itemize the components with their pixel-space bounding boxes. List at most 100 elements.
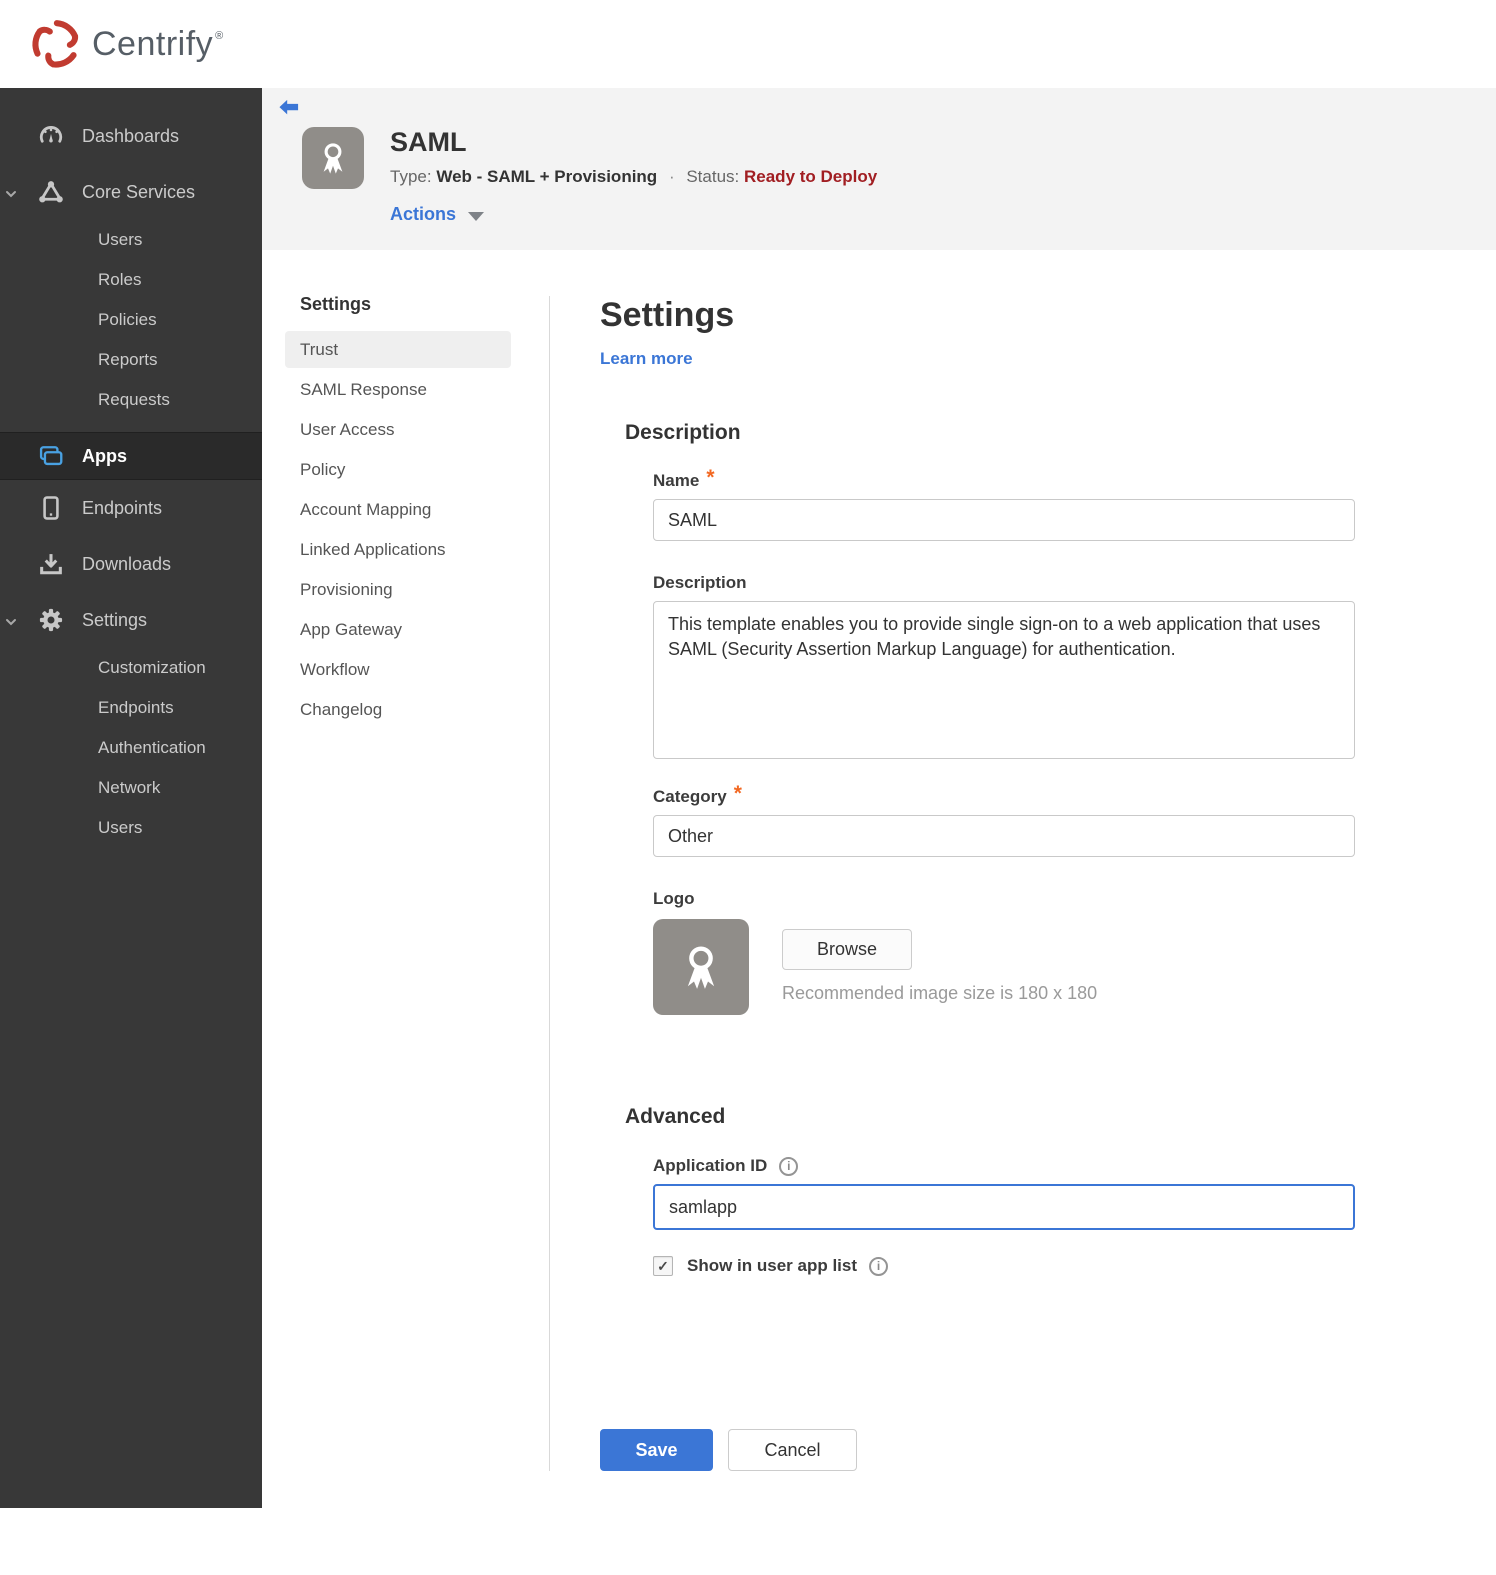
info-icon[interactable]: i	[869, 1256, 889, 1276]
subnav-item-app-gateway[interactable]: App Gateway	[285, 611, 511, 648]
app-title: SAML	[390, 127, 467, 157]
learn-more-link[interactable]: Learn more	[600, 349, 693, 369]
subnav-item-workflow[interactable]: Workflow	[285, 651, 511, 688]
logo-label-text: Logo	[653, 889, 695, 908]
sidebar-item-label: Reports	[98, 350, 158, 369]
description-field: Description This template enables you to…	[653, 573, 1496, 759]
subnav-item-account-mapping[interactable]: Account Mapping	[285, 491, 511, 528]
sidebar: Dashboards Core Services Users Roles Pol…	[0, 88, 262, 1508]
sidebar-item-endpoints[interactable]: Endpoints	[0, 480, 262, 536]
subnav-header: Settings	[300, 294, 372, 314]
subnav-item-linked-applications[interactable]: Linked Applications	[285, 531, 511, 568]
sidebar-item-users[interactable]: Users	[0, 220, 262, 260]
category-input[interactable]	[653, 815, 1355, 857]
sidebar-item-label: Roles	[98, 270, 142, 289]
description-textarea[interactable]: This template enables you to provide sin…	[653, 601, 1355, 759]
back-button[interactable]	[278, 98, 300, 118]
sidebar-item-policies[interactable]: Policies	[0, 300, 262, 340]
sidebar-item-settings[interactable]: Settings	[0, 592, 262, 648]
application-id-input[interactable]	[653, 1184, 1355, 1230]
settings-form: Settings Learn more Description Name * D…	[549, 296, 1496, 1471]
actions-label: Actions	[390, 204, 457, 224]
status-label: Status:	[686, 167, 740, 186]
sidebar-item-downloads[interactable]: Downloads	[0, 536, 262, 592]
browse-button[interactable]: Browse	[782, 929, 913, 970]
sidebar-item-label: Apps	[82, 445, 127, 466]
show-in-app-list-row: ✓ Show in user app list i	[653, 1256, 1496, 1276]
sidebar-item-label: Endpoints	[98, 698, 174, 717]
description-label-text: Description	[653, 573, 747, 592]
name-label-text: Name	[653, 471, 700, 490]
sidebar-item-label: Authentication	[98, 738, 206, 757]
cancel-button[interactable]: Cancel	[728, 1429, 857, 1471]
meta-separator: ·	[668, 167, 675, 186]
description-label: Description	[653, 573, 1496, 593]
sidebar-item-label: Requests	[98, 390, 170, 409]
sidebar-item-requests[interactable]: Requests	[0, 380, 262, 420]
centrify-swirl-icon	[32, 20, 79, 68]
sidebar-item-customization[interactable]: Customization	[0, 648, 262, 688]
sidebar-item-network[interactable]: Network	[0, 768, 262, 808]
sidebar-item-authentication[interactable]: Authentication	[0, 728, 262, 768]
app-meta: Type: Web - SAML + Provisioning · Status…	[390, 167, 877, 187]
info-icon[interactable]: i	[779, 1156, 799, 1176]
subnav-item-user-access[interactable]: User Access	[285, 411, 511, 448]
logo-field: Logo Browse Recommended image size is 18…	[653, 889, 1496, 1015]
subnav-item-changelog[interactable]: Changelog	[285, 691, 511, 728]
category-label-text: Category	[653, 787, 727, 806]
back-arrow-icon	[279, 99, 299, 115]
required-asterisk: *	[733, 782, 742, 805]
main-area: SAML Type: Web - SAML + Provisioning · S…	[262, 88, 1496, 1575]
sidebar-item-core-services[interactable]: Core Services	[0, 164, 262, 220]
caret-down-icon	[468, 211, 485, 221]
required-asterisk: *	[706, 466, 715, 489]
sidebar-item-label: Settings	[82, 609, 148, 630]
sidebar-item-label: Endpoints	[82, 497, 163, 518]
show-in-app-list-checkbox[interactable]: ✓	[653, 1256, 673, 1276]
actions-dropdown[interactable]: Actions	[390, 204, 877, 225]
centrify-logo: Centrify ®	[30, 18, 223, 70]
app-header: SAML Type: Web - SAML + Provisioning · S…	[262, 88, 1496, 250]
logo-preview	[653, 919, 749, 1015]
subnav-item-policy[interactable]: Policy	[285, 451, 511, 488]
sidebar-item-settings-endpoints[interactable]: Endpoints	[0, 688, 262, 728]
logo-size-hint: Recommended image size is 180 x 180	[782, 983, 1098, 1003]
content-area: Settings Trust SAML Response User Access…	[262, 250, 1496, 1575]
sidebar-item-label: Downloads	[82, 553, 172, 574]
chevron-down-icon[interactable]	[4, 613, 18, 627]
phone-icon	[36, 494, 66, 522]
subnav-item-trust[interactable]: Trust	[285, 331, 511, 368]
sidebar-item-label: Dashboards	[82, 125, 180, 146]
top-bar: Centrify ®	[0, 0, 1496, 88]
app-logo	[302, 127, 364, 189]
sidebar-item-roles[interactable]: Roles	[0, 260, 262, 300]
gauge-icon	[36, 122, 66, 150]
sidebar-item-label: Customization	[98, 658, 206, 677]
category-label: Category *	[653, 782, 1496, 807]
gear-icon	[36, 606, 66, 634]
subnav-item-saml-response[interactable]: SAML Response	[285, 371, 511, 408]
subnav-item-provisioning[interactable]: Provisioning	[285, 571, 511, 608]
advanced-section-heading: Advanced	[625, 1105, 726, 1128]
sidebar-item-settings-users[interactable]: Users	[0, 808, 262, 848]
chevron-down-icon[interactable]	[4, 185, 18, 199]
sidebar-item-apps[interactable]: Apps	[0, 432, 262, 480]
sidebar-item-label: Policies	[98, 310, 157, 329]
sidebar-item-dashboards[interactable]: Dashboards	[0, 108, 262, 164]
application-id-field: Application ID i	[653, 1156, 1496, 1230]
status-value: Ready to Deploy	[744, 167, 878, 186]
brand-trademark: ®	[215, 30, 224, 42]
brand-name: Centrify	[92, 24, 214, 63]
sidebar-item-label: Users	[98, 818, 143, 837]
ribbon-icon	[323, 143, 343, 174]
sidebar-item-label: Core Services	[82, 181, 196, 202]
type-value: Web - SAML + Provisioning	[436, 167, 658, 186]
sidebar-item-reports[interactable]: Reports	[0, 340, 262, 380]
sidebar-item-label: Users	[98, 230, 143, 249]
save-button[interactable]: Save	[600, 1429, 713, 1471]
name-input[interactable]	[653, 499, 1355, 541]
category-field: Category *	[653, 782, 1496, 857]
name-field: Name *	[653, 466, 1496, 541]
name-label: Name *	[653, 466, 1496, 491]
sidebar-item-label: Network	[98, 778, 161, 797]
